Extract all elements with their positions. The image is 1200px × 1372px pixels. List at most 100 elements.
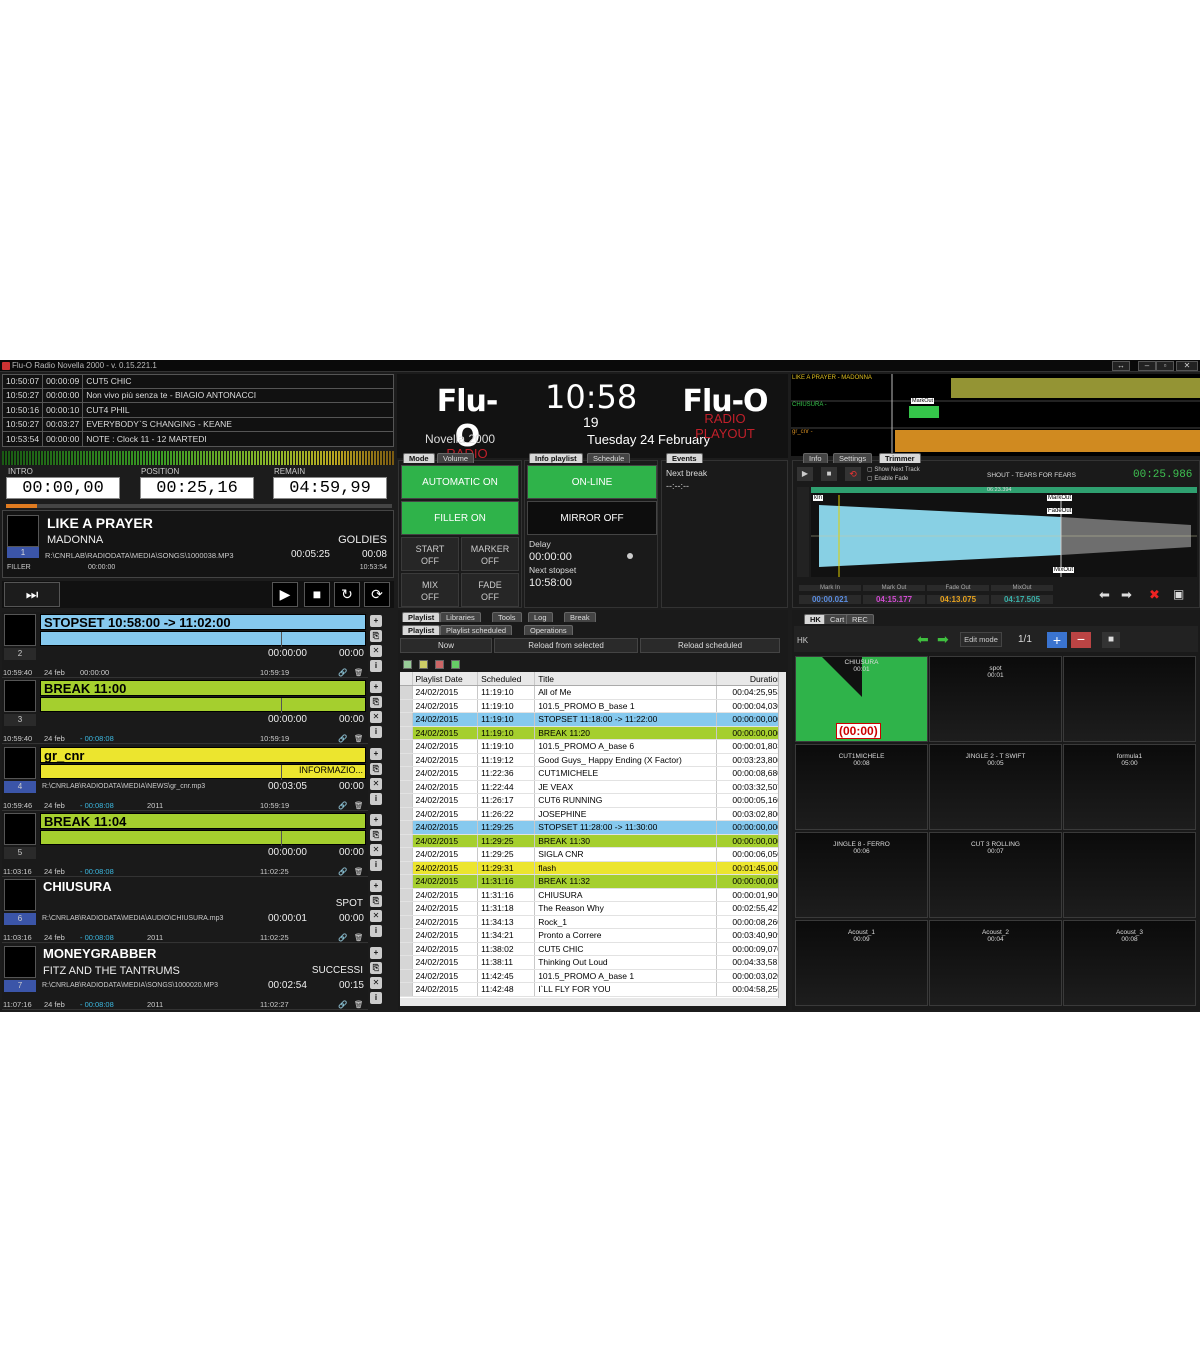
add-cart-button[interactable]: + [1047,632,1067,648]
playlist-row[interactable]: 24/02/2015 11:29:31 flash 00:01:45,000 [400,861,786,875]
toolbar-edit-icon[interactable] [419,660,428,669]
queue-item[interactable]: 3 BREAK 11:00 00:00:00 00:00 10:59:40 24 feb -… [2,678,368,745]
copy-icon[interactable]: ⎘ [370,762,382,775]
row-selector[interactable] [400,685,413,700]
cart-button[interactable] [1063,656,1196,742]
tab-tools[interactable]: Tools [492,612,522,622]
cart-button[interactable]: Acoust_2 00:04 [929,920,1062,1006]
edit-mode-button[interactable]: Edit mode [960,632,1002,647]
trimmer-stop-icon[interactable]: ■ [821,467,837,481]
add-icon[interactable]: + [370,813,382,826]
playlist-row[interactable]: 24/02/2015 11:34:21 Pronto a Correre 00:03:… [400,928,786,943]
playlist-row[interactable]: 24/02/2015 11:22:44 JE VEAX 00:03:32,507 [400,780,786,794]
copy-icon[interactable]: ⎘ [370,828,382,841]
tab-info-playlist[interactable]: Info playlist [529,453,583,463]
row-selector[interactable] [400,753,413,767]
row-selector[interactable] [400,942,413,956]
add-icon[interactable]: + [370,615,382,627]
copy-icon[interactable]: ⎘ [370,630,382,642]
cart-next-icon[interactable]: ➡ [937,631,949,648]
row-selector[interactable] [400,915,413,929]
copy-icon[interactable]: ⎘ [370,696,382,709]
cart-button[interactable]: CUT 3 ROLLING 00:07 [929,832,1062,918]
mark-value[interactable]: 04:13.075 [927,595,989,604]
tab-libraries[interactable]: Libraries [440,612,481,622]
marker-button[interactable]: MARKER OFF [461,537,519,571]
mark-value[interactable]: 00:00.021 [799,595,861,604]
row-selector[interactable] [400,888,413,902]
row-selector[interactable] [400,928,413,943]
playlist-row[interactable]: 24/02/2015 11:31:18 The Reason Why 00:02:55… [400,901,786,916]
row-selector[interactable] [400,739,413,754]
tab-trimmer[interactable]: Trimmer [879,453,921,463]
playlist-row[interactable]: 24/02/2015 11:38:11 Thinking Out Loud 00:04… [400,955,786,970]
link-icon[interactable]: 🔗 [338,801,347,810]
playlist-row[interactable]: 24/02/2015 11:42:45 101.5_PROMO A_base 1 00… [400,969,786,983]
skip-next-button[interactable]: ⏭ [4,582,60,607]
tab-playlist[interactable]: Playlist [402,612,441,622]
row-selector[interactable] [400,847,413,862]
minimize-button[interactable]: – [1138,361,1156,371]
copy-icon[interactable]: ⎘ [370,895,382,908]
delete-icon[interactable]: ✕ [370,711,382,724]
link-icon[interactable]: 🔗 [338,867,347,876]
history-row[interactable]: 10:50:27 00:03:27 EVERYBODY`S CHANGING - K… [2,417,394,432]
cart-button[interactable] [1063,832,1196,918]
restore-arrows-icon[interactable]: ↔ [1112,361,1130,371]
trimmer-link-icon[interactable]: ⟲ [845,467,861,481]
tab-break[interactable]: Break [564,612,596,622]
trash-icon[interactable]: 🗑 [354,801,364,810]
delete-icon[interactable]: ✕ [370,843,382,856]
arrow-right-icon[interactable]: ➡ [1121,587,1132,603]
trash-icon[interactable]: 🗑 [354,867,364,876]
playlist-table[interactable]: Playlist Date Scheduled Title Duration 24/0… [400,672,786,998]
row-selector[interactable] [400,861,413,875]
info-icon[interactable]: i [370,726,382,739]
cart-button[interactable]: JINGLE 8 - FERRO 00:06 [795,832,928,918]
row-selector[interactable] [400,969,413,983]
play-button[interactable]: ▶ [272,582,298,607]
remove-cart-button[interactable]: − [1071,632,1091,648]
link-icon[interactable]: 🔗 [338,1000,347,1009]
playlist-row[interactable]: 24/02/2015 11:42:48 I`LL FLY FOR YOU 00:04:… [400,982,786,997]
info-icon[interactable]: i [370,991,382,1004]
row-selector[interactable] [400,766,413,781]
subtab-playlist[interactable]: Playlist [402,625,441,635]
online-button[interactable]: ON-LINE [527,465,657,499]
now-button[interactable]: Now [400,638,492,653]
row-selector[interactable] [400,793,413,808]
reload-selected-button[interactable]: Reload from selected [494,638,638,653]
link-icon[interactable]: 🔗 [338,734,347,743]
filler-button[interactable]: FILLER ON [401,501,519,535]
row-selector[interactable] [400,982,413,997]
row-selector[interactable] [400,699,413,713]
info-icon[interactable]: i [370,925,382,938]
col-playlist-date[interactable]: Playlist Date [412,672,479,686]
history-row[interactable]: 10:53:54 00:00:00 NOTE : Clock 11 - 12 MAR… [2,432,394,447]
tab-schedule[interactable]: Schedule [587,453,631,463]
playlist-row[interactable]: 24/02/2015 11:19:10 101.5_PROMO B_base 1 00… [400,699,786,713]
queue-item[interactable]: 6 CHIUSURA SPOT R:\CNRLAB\RADIODATA\MEDIA\A… [2,877,368,944]
link-icon[interactable]: 🔗 [338,933,347,942]
trash-icon[interactable]: 🗑 [354,734,364,743]
trash-icon[interactable]: 🗑 [354,1000,364,1009]
mix-button[interactable]: MIX OFF [401,573,459,607]
add-icon[interactable]: + [370,747,382,760]
tab-events[interactable]: Events [666,453,703,463]
trimmer-play-icon[interactable]: ▶ [797,467,813,481]
tab-volume[interactable]: Volume [437,453,475,463]
col-duration[interactable]: Duration [716,672,786,686]
tab-log[interactable]: Log [528,612,553,622]
row-selector[interactable] [400,955,413,970]
delete-x-icon[interactable]: ✖ [1149,587,1160,603]
show-next-track-checkbox[interactable]: ▢ Show Next Track [867,466,920,473]
queue-item[interactable]: 2 STOPSET 10:58:00 -> 11:02:00 00:00:00 00:… [2,612,368,678]
mark-value[interactable]: 04:17.505 [991,595,1053,604]
playlist-row[interactable]: 24/02/2015 11:29:25 SIGLA CNR 00:00:06,050 [400,847,786,862]
row-selector[interactable] [400,820,413,835]
tab-rec[interactable]: REC [846,614,874,624]
start-button[interactable]: START OFF [401,537,459,571]
tab-mode[interactable]: Mode [403,453,435,463]
playlist-row[interactable]: 24/02/2015 11:29:25 STOPSET 11:28:00 -> 11… [400,820,786,835]
playlist-row[interactable]: 24/02/2015 11:19:12 Good Guys_ Happy Endin… [400,753,786,767]
